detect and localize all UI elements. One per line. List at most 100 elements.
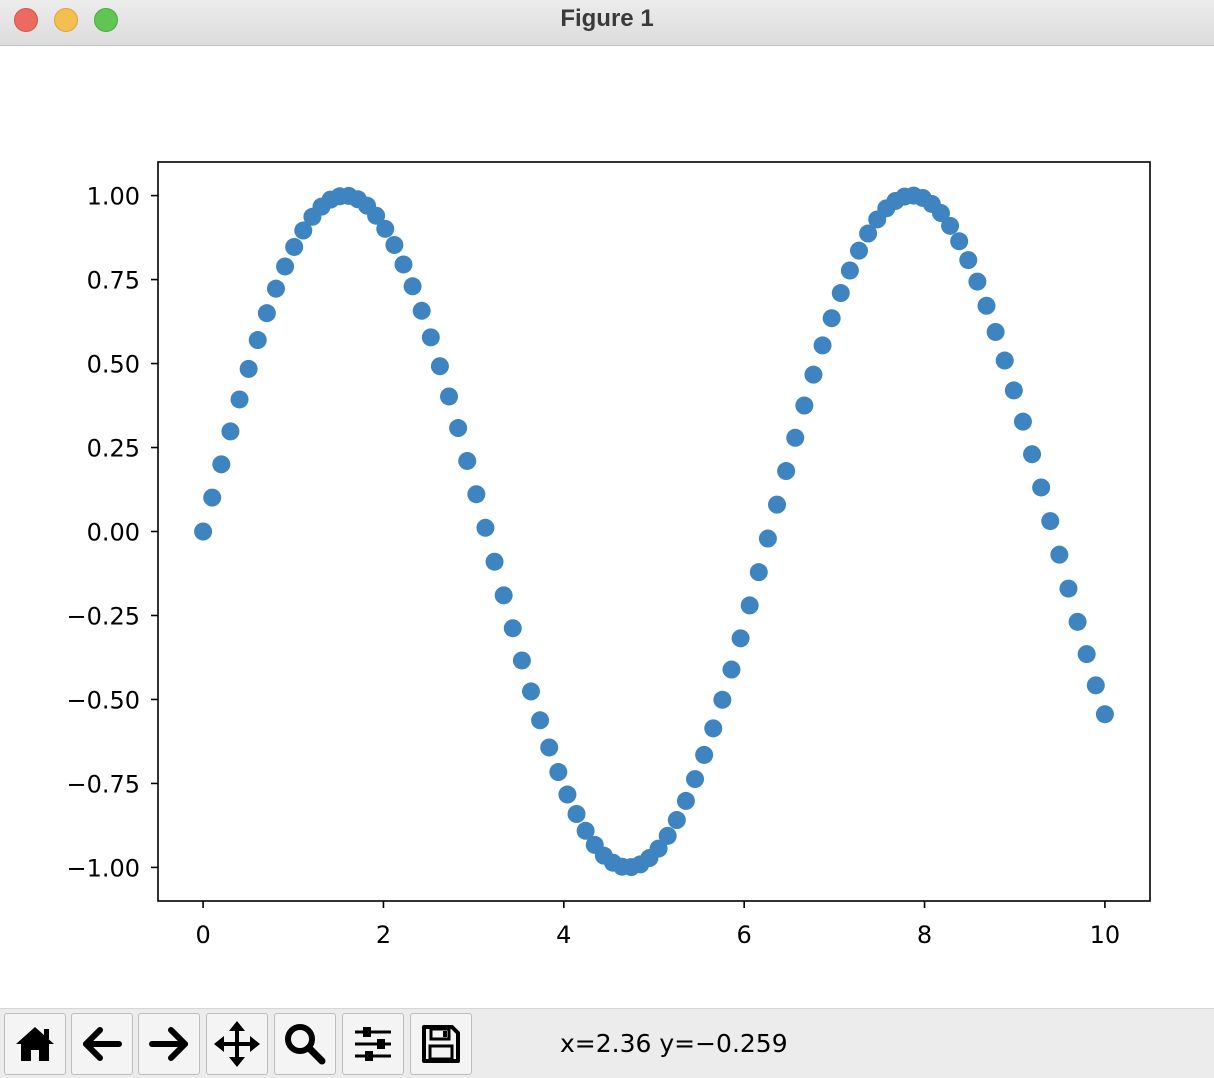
x-tick-label: 0 [195,921,210,949]
data-point [658,826,677,845]
axes-frame [157,161,1151,902]
data-point [959,251,978,270]
data-point [1086,676,1105,695]
data-point [521,682,540,701]
data-point [1068,612,1087,631]
data-point [385,235,404,254]
y-tick-label: 1.00 [87,183,140,211]
zoom-to-rect-button[interactable] [274,1013,336,1075]
data-point [686,770,705,789]
y-tick-label: 0.75 [87,267,140,295]
configure-subplots-button[interactable] [342,1013,404,1075]
save-figure-button[interactable] [410,1013,472,1075]
y-tick-label: 0.25 [87,435,140,463]
y-tick-label: −0.50 [66,686,140,714]
data-point [549,763,568,782]
data-point [257,304,276,323]
data-point [512,651,531,670]
data-point [503,619,522,638]
data-point [430,357,449,376]
x-tick-label: 2 [376,921,391,949]
home-icon [16,1027,54,1061]
forward-button[interactable] [138,1013,200,1075]
data-point [248,331,267,350]
arrow-right-icon [149,1027,188,1061]
data-point [740,596,759,615]
data-point [476,518,495,537]
magnifier-icon [285,1024,326,1065]
data-point [977,296,996,315]
data-point [795,396,814,415]
data-point [558,785,577,804]
data-point [239,359,258,378]
navigation-toolbar: x=2.36 y=−0.259 [0,1008,1214,1078]
data-point [813,336,832,355]
plot-canvas[interactable]: 0 2 4 6 8 10 1.00 0.75 0.50 0.25 0.00 −0.25 −0.50 −0.… [0,46,1214,1008]
data-point [1077,645,1096,664]
data-point [1050,545,1069,564]
y-tick-label: 0.00 [87,519,140,547]
data-point [713,690,732,709]
data-point [531,711,550,730]
floppy-disk-icon [422,1025,460,1063]
data-point [704,719,723,738]
y-tick-label: 0.50 [87,351,140,379]
window-title: Figure 1 [560,5,654,32]
data-point [676,791,695,810]
data-point [786,428,805,447]
data-point [276,257,295,276]
arrow-left-icon [83,1027,122,1061]
move-icon [214,1021,260,1067]
x-tick-label: 6 [737,921,752,949]
data-point [1004,381,1023,400]
data-point [285,237,304,256]
data-point [968,272,987,291]
data-point [412,301,431,320]
x-tick-label: 10 [1090,921,1121,949]
data-point [540,738,559,757]
data-point [695,745,714,764]
data-point [403,277,422,296]
data-point [768,495,787,514]
data-point [485,552,504,571]
x-tick-label: 4 [556,921,571,949]
data-point [203,488,222,507]
data-point [950,232,969,251]
data-point [449,419,468,438]
data-point [1041,512,1060,531]
pan-button[interactable] [206,1013,268,1075]
data-point [667,811,686,830]
data-point [831,284,850,303]
data-point [394,255,413,274]
data-point [266,279,285,298]
data-point [421,328,440,347]
data-point [467,485,486,504]
data-point [1059,579,1078,598]
data-point [995,351,1014,370]
data-point [731,629,750,648]
data-point [722,660,741,679]
data-point [777,462,796,481]
data-point [804,365,823,384]
data-point [1023,445,1042,464]
data-point [822,309,841,328]
data-point [1013,412,1032,431]
cursor-coordinates: x=2.36 y=−0.259 [560,1029,788,1058]
data-point [194,522,213,541]
back-button[interactable] [71,1013,133,1075]
data-point [458,451,477,470]
home-button[interactable] [4,1013,66,1075]
data-point [212,455,231,474]
data-point [230,390,249,409]
title-bar: Figure 1 [0,0,1214,46]
data-point [1095,705,1114,724]
data-point [567,804,586,823]
data-point [494,586,513,605]
data-point [1032,478,1051,497]
data-point [986,322,1005,341]
figure-window: Figure 1 0 2 4 6 8 10 1.00 0.75 0.50 0.25 0.00 −0.2… [0,0,1214,1078]
data-point [849,241,868,260]
data-point [221,422,240,441]
y-tick-label: −1.00 [66,854,140,882]
data-point [749,563,768,582]
